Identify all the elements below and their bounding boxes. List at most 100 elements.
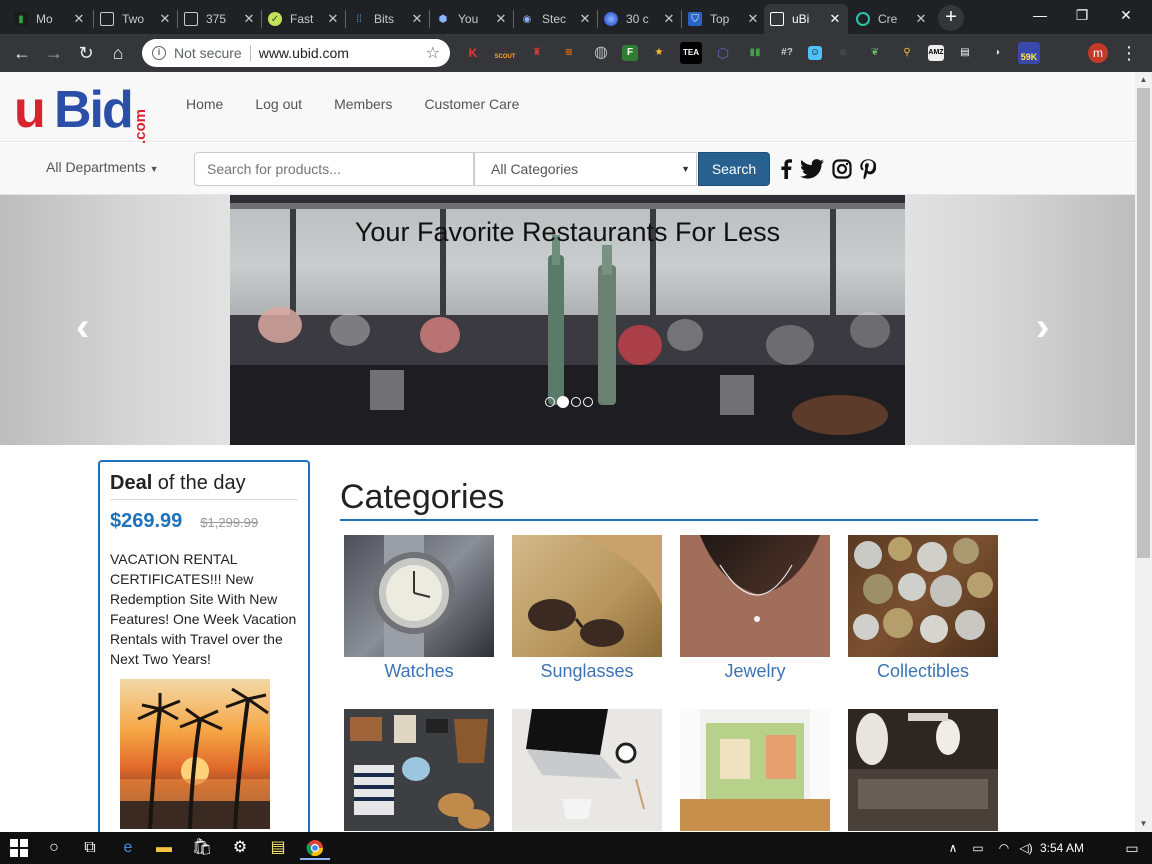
nav-customer-care[interactable]: Customer Care (408, 96, 535, 112)
category-label[interactable]: Sunglasses (512, 661, 662, 682)
deal-of-the-day[interactable]: Deal of the day $269.99 $1,299.99 VACATI… (98, 460, 310, 832)
extension-hashtag-icon[interactable]: #? (776, 42, 798, 64)
tab-7[interactable]: 30 c ✕ (598, 4, 682, 34)
close-icon[interactable]: ✕ (914, 11, 928, 27)
menu-icon[interactable]: ⋮ (1120, 42, 1138, 64)
chrome-taskbar-icon[interactable] (300, 836, 330, 860)
extension-scout-icon[interactable]: SCOUT (494, 42, 516, 64)
close-icon[interactable]: ✕ (158, 11, 172, 27)
category-label[interactable]: Jewelry (680, 661, 830, 682)
reload-icon[interactable]: ↻ (74, 41, 98, 65)
nav-home[interactable]: Home (170, 96, 239, 112)
url-text[interactable]: www.ubid.com (259, 45, 426, 61)
extension-amz-icon[interactable]: AMZ (928, 45, 944, 61)
indicator-dot[interactable] (571, 397, 581, 407)
indicator-dot-active[interactable] (557, 396, 569, 408)
ubid-logo[interactable]: u Bid .com (14, 81, 160, 144)
pinterest-icon[interactable] (860, 157, 876, 181)
tab-3[interactable]: ✓ Fast ✕ (262, 4, 346, 34)
close-icon[interactable]: ✕ (242, 11, 256, 27)
file-explorer-icon[interactable]: ▬ (152, 836, 176, 860)
category-label[interactable]: Watches (344, 661, 494, 682)
notepad-icon[interactable]: ▤ (266, 836, 290, 860)
category-item-8[interactable] (848, 709, 998, 832)
facebook-icon[interactable] (780, 157, 792, 181)
category-collectibles[interactable]: Collectibles (848, 535, 998, 682)
page-scrollbar[interactable]: ▲ ▼ (1135, 72, 1152, 832)
close-icon[interactable]: ✕ (494, 11, 508, 27)
notifications-icon[interactable]: ▭ (1120, 836, 1144, 860)
tab-8[interactable]: ⛉ Top ✕ (682, 4, 766, 34)
extension-person-icon[interactable]: ☺ (808, 46, 822, 60)
tray-chevron-icon[interactable]: ∧ (944, 836, 962, 860)
twitter-icon[interactable] (800, 157, 824, 181)
app-icon[interactable]: ⚙ (228, 836, 252, 860)
tab-2[interactable]: 375 ✕ (178, 4, 262, 34)
task-view-icon[interactable]: ⧉ (78, 836, 102, 860)
extension-leaf-icon[interactable]: ❦ (864, 42, 886, 64)
extension-hex-icon[interactable]: ⬡ (712, 42, 734, 64)
tab-6[interactable]: ◉ Stec ✕ (514, 4, 598, 34)
indicator-dot[interactable] (545, 397, 555, 407)
wifi-icon[interactable]: ◠ (994, 836, 1014, 860)
close-icon[interactable]: ✕ (578, 11, 592, 27)
cortana-icon[interactable]: ○ (42, 836, 66, 860)
address-bar[interactable]: i Not secure www.ubid.com ☆ (142, 39, 450, 67)
close-icon[interactable]: ✕ (410, 11, 424, 27)
extension-k-icon[interactable]: K (462, 42, 484, 64)
scroll-thumb[interactable] (1137, 88, 1150, 558)
scroll-up-icon[interactable]: ▲ (1135, 72, 1152, 88)
restore-button[interactable]: ❐ (1062, 4, 1102, 26)
extension-box-icon[interactable]: ▤ (954, 42, 976, 64)
deal-image[interactable] (120, 679, 270, 829)
extension-globe-icon[interactable]: ◍ (590, 42, 612, 64)
category-sunglasses[interactable]: Sunglasses (512, 535, 662, 682)
extension-star-icon[interactable]: ★ (648, 42, 670, 64)
bookmark-star-icon[interactable]: ☆ (426, 43, 440, 63)
extension-castle-icon[interactable]: ♜ (526, 42, 548, 64)
forward-icon[interactable]: → (42, 41, 66, 65)
indicator-dot[interactable] (583, 397, 593, 407)
tab-10[interactable]: Cre ✕ (850, 4, 934, 34)
category-item-6[interactable] (512, 709, 662, 832)
minimize-button[interactable]: — (1020, 4, 1060, 26)
extension-badge-icon[interactable]: 59K (1018, 42, 1040, 64)
nav-logout[interactable]: Log out (239, 96, 318, 112)
category-watches[interactable]: Watches (344, 535, 494, 682)
extension-chart-icon[interactable]: ▮▮ (744, 42, 766, 64)
carousel-next-icon[interactable]: › (1036, 305, 1049, 350)
extension-tea-icon[interactable]: TEA (680, 42, 702, 64)
taskbar-clock[interactable]: 3:54 AM (1040, 841, 1084, 855)
category-jewelry[interactable]: Jewelry (680, 535, 830, 682)
close-icon[interactable]: ✕ (326, 11, 340, 27)
search-input[interactable] (194, 152, 474, 186)
extension-swirl-icon[interactable]: ◑ (986, 42, 1008, 64)
tab-0[interactable]: ▮ Mo ✕ (8, 4, 92, 34)
tab-4[interactable]: ⁞⁞ Bits ✕ (346, 4, 430, 34)
close-icon[interactable]: ✕ (72, 11, 86, 27)
departments-dropdown[interactable]: All Departments ▼ (46, 159, 159, 175)
tab-5[interactable]: ⬢ You ✕ (430, 4, 514, 34)
category-item-7[interactable] (680, 709, 830, 832)
nav-members[interactable]: Members (318, 96, 408, 112)
scroll-down-icon[interactable]: ▼ (1135, 816, 1152, 832)
magnifier-icon[interactable]: ⚲ (896, 42, 918, 64)
info-icon[interactable]: i (152, 46, 166, 60)
close-icon[interactable]: ✕ (662, 11, 676, 27)
new-tab-button[interactable]: + (938, 5, 964, 31)
volume-icon[interactable]: ◁) (1016, 836, 1036, 860)
extension-f-icon[interactable]: F (622, 45, 638, 61)
close-icon[interactable]: ✕ (746, 11, 760, 27)
close-icon[interactable]: ✕ (828, 11, 842, 27)
battery-icon[interactable]: ▭ (968, 836, 988, 860)
edge-icon[interactable]: e (116, 836, 140, 860)
tab-9-active[interactable]: uBi ✕ (764, 4, 848, 34)
close-window-button[interactable]: ✕ (1106, 4, 1146, 26)
instagram-icon[interactable] (832, 157, 852, 181)
category-select[interactable]: All Categories ▼ (474, 152, 697, 186)
carousel-prev-icon[interactable]: ‹ (76, 305, 89, 350)
category-item-5[interactable] (344, 709, 494, 832)
profile-avatar[interactable]: m (1088, 43, 1108, 63)
category-label[interactable]: Collectibles (848, 661, 998, 682)
tab-1[interactable]: Two ✕ (94, 4, 178, 34)
